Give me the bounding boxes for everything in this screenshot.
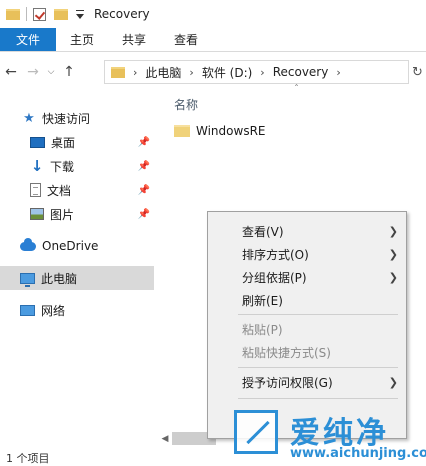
title-bar: Recovery (0, 0, 426, 28)
chevron-right-icon: ❯ (388, 247, 398, 261)
nav-downloads[interactable]: ↓ 下载 📌 (0, 154, 154, 178)
menu-item-label: 粘贴快捷方式(S) (242, 345, 331, 360)
breadcrumb-drive-d[interactable]: 软件 (D:) (202, 64, 252, 81)
file-name: WindowsRE (196, 124, 266, 138)
folder-icon (111, 66, 125, 78)
menu-item-view[interactable]: 查看(V) ❯ (208, 220, 406, 242)
pin-icon[interactable]: 📌 (138, 209, 150, 220)
address-bar[interactable]: › 此电脑 › 软件 (D:) › Recovery › (104, 60, 409, 84)
menu-item-paste[interactable]: 粘贴(P) (208, 318, 406, 340)
computer-icon (20, 272, 35, 287)
status-item-count: 1 个项目 (6, 452, 50, 465)
pin-icon[interactable]: 📌 (138, 137, 150, 148)
nav-network[interactable]: 网络 (0, 298, 154, 322)
folder-icon (174, 125, 190, 137)
customize-toolbar-icon[interactable] (76, 9, 84, 19)
refresh-icon[interactable]: ↻ (412, 65, 423, 80)
menu-divider (238, 314, 398, 315)
nav-desktop[interactable]: 桌面 📌 (0, 130, 154, 154)
nav-label: OneDrive (42, 239, 99, 253)
tab-home[interactable]: 主页 (56, 28, 108, 51)
menu-item-label: 分组依据(P) (242, 270, 307, 285)
network-icon (20, 304, 35, 316)
column-header-name[interactable]: 名称 (174, 96, 198, 113)
navigation-bar: ← → ⌵ ↑ › 此电脑 › 软件 (D:) › Recovery › ↻ (0, 58, 426, 86)
breadcrumb-recovery[interactable]: Recovery (273, 65, 329, 79)
chevron-right-icon[interactable]: › (133, 66, 137, 79)
cloud-icon (20, 237, 36, 251)
nav-this-pc[interactable]: 此电脑 (0, 266, 154, 290)
menu-item-group-by[interactable]: 分组依据(P) ❯ (208, 266, 406, 288)
back-arrow-icon[interactable]: ← (0, 64, 22, 80)
menu-item-refresh[interactable]: 刷新(E) (208, 289, 406, 311)
recent-locations-icon[interactable]: ⌵ (44, 67, 58, 77)
nav-label: 此电脑 (41, 271, 78, 286)
nav-label: 快速访问 (42, 111, 91, 126)
menu-divider (238, 367, 398, 368)
window-title: Recovery (94, 7, 150, 21)
menu-item-paste-shortcut[interactable]: 粘贴快捷方式(S) (208, 341, 406, 363)
divider (26, 7, 27, 21)
chevron-right-icon: ❯ (388, 224, 398, 238)
nav-label: 网络 (41, 303, 66, 318)
chevron-right-icon[interactable]: › (260, 66, 264, 79)
menu-item-sort-by[interactable]: 排序方式(O) ❯ (208, 243, 406, 265)
nav-quick-access[interactable]: ★ 快速访问 (0, 106, 154, 130)
chevron-right-icon[interactable]: › (336, 66, 340, 79)
nav-label: 图片 (50, 207, 75, 222)
sort-ascending-icon[interactable]: ˆ (294, 84, 299, 95)
tab-file[interactable]: 文件 (0, 28, 57, 51)
breadcrumb-this-pc[interactable]: 此电脑 (145, 64, 181, 81)
star-icon: ★ (23, 110, 35, 126)
chevron-right-icon: ❯ (388, 375, 398, 389)
menu-item-label: 授予访问权限(G) (242, 375, 333, 390)
pin-icon[interactable]: 📌 (138, 185, 150, 196)
watermark-url: www.aichunjing.com (290, 446, 426, 461)
nav-onedrive[interactable]: OneDrive (0, 234, 154, 258)
scroll-left-icon[interactable]: ◀ (158, 434, 172, 444)
document-icon (30, 183, 41, 197)
desktop-icon (30, 136, 45, 148)
menu-item-label: 刷新(E) (242, 293, 283, 308)
pin-icon[interactable]: 📌 (138, 161, 150, 172)
menu-item-label: 粘贴(P) (242, 322, 283, 337)
menu-divider (238, 398, 398, 399)
folder-icon (6, 8, 20, 20)
properties-icon[interactable] (33, 7, 46, 21)
pictures-icon (30, 208, 44, 220)
forward-arrow-icon[interactable]: → (22, 64, 44, 80)
new-folder-icon[interactable] (54, 8, 68, 20)
chevron-right-icon[interactable]: › (189, 66, 193, 79)
up-arrow-icon[interactable]: ↑ (58, 64, 80, 80)
navigation-pane: ★ 快速访问 桌面 📌 ↓ 下载 📌 文档 📌 图片 📌 OneDrive 此电… (0, 96, 154, 436)
tab-view[interactable]: 查看 (160, 28, 212, 51)
ribbon-tabs: 文件 主页 共享 查看 (0, 28, 426, 52)
menu-item-give-access[interactable]: 授予访问权限(G) ❯ (208, 371, 406, 393)
chevron-right-icon: ❯ (388, 270, 398, 284)
watermark: 爱纯净 www.aichunjing.com (226, 404, 426, 466)
nav-label: 桌面 (51, 135, 76, 150)
menu-item-label: 查看(V) (242, 224, 284, 239)
download-icon: ↓ (30, 157, 44, 175)
nav-pictures[interactable]: 图片 📌 (0, 202, 154, 226)
tab-share[interactable]: 共享 (108, 28, 160, 51)
nav-label: 文档 (47, 183, 72, 198)
brand-logo-icon (234, 410, 278, 454)
nav-label: 下载 (50, 159, 75, 174)
menu-item-label: 排序方式(O) (242, 247, 309, 262)
nav-documents[interactable]: 文档 📌 (0, 178, 154, 202)
list-item[interactable]: WindowsRE (174, 124, 266, 138)
